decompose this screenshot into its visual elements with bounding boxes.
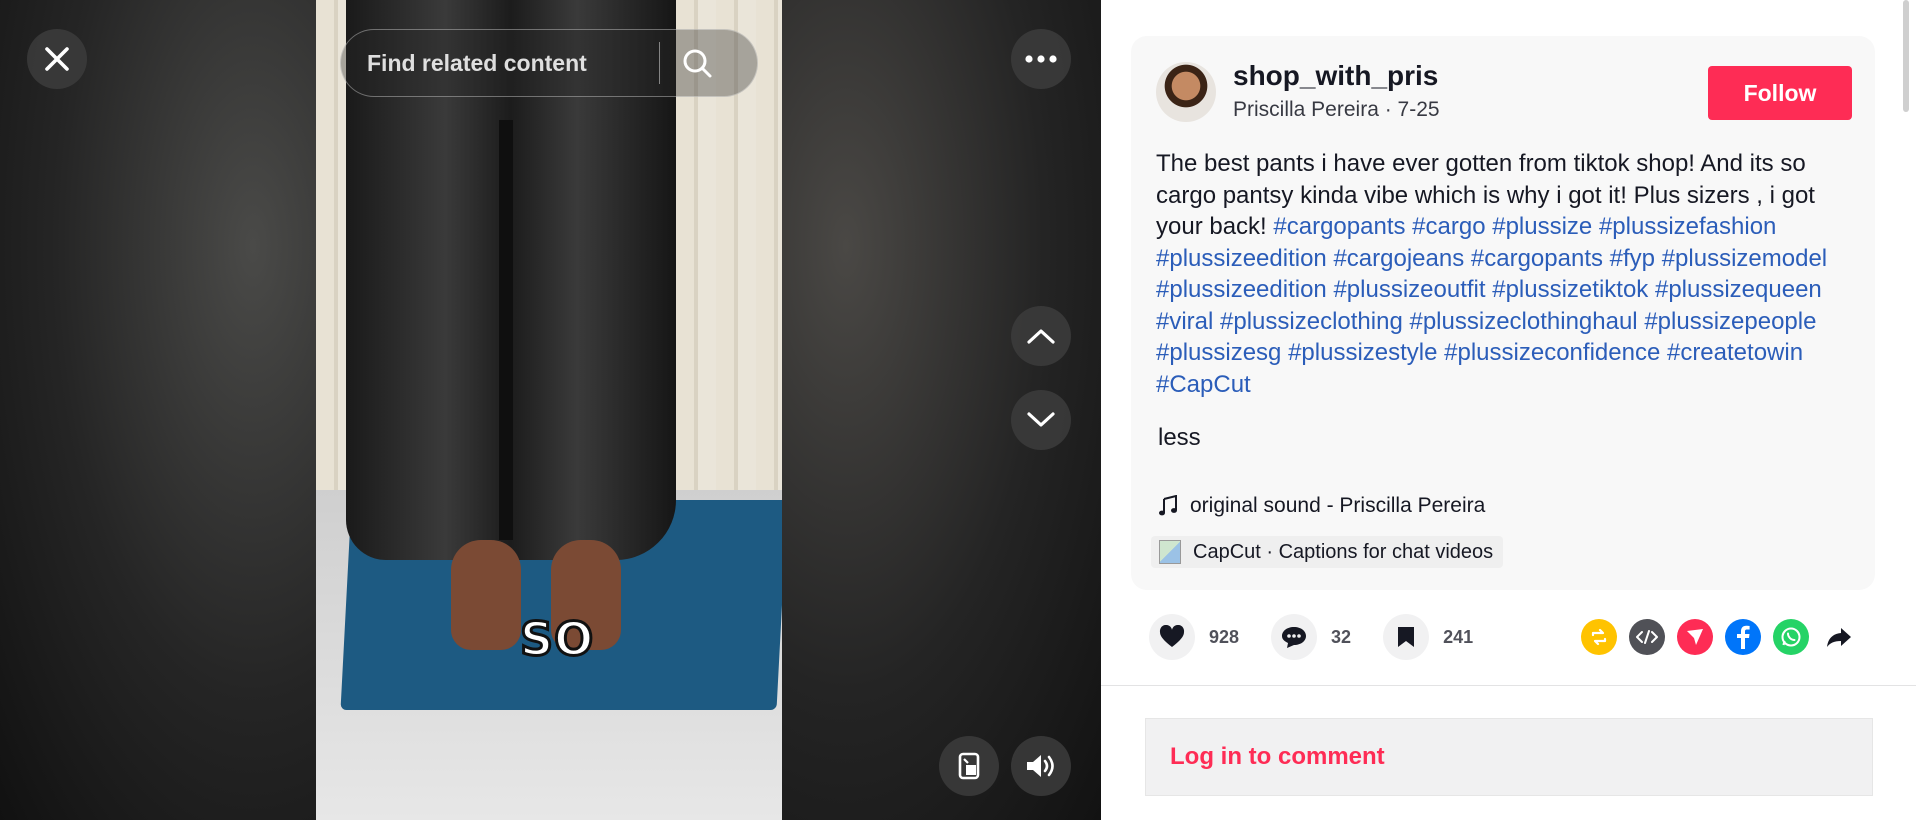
hashtag-link[interactable]: #createtowin: [1667, 339, 1803, 366]
capcut-label: CapCut · Captions for chat videos: [1193, 540, 1494, 563]
embed-icon: [1636, 630, 1658, 644]
close-icon: [45, 47, 69, 71]
whatsapp-share-button[interactable]: [1773, 619, 1809, 655]
music-note-icon: [1159, 495, 1177, 516]
hashtag-link[interactable]: #plussizeclothinghaul: [1409, 308, 1637, 335]
display-name: Priscilla Pereira: [1233, 98, 1379, 121]
floating-player-button[interactable]: [939, 736, 999, 796]
post-info-card: shop_with_pris Priscilla Pereira · 7-25 …: [1131, 36, 1875, 590]
hashtag-link[interactable]: #plussizestyle: [1288, 339, 1437, 366]
next-video-button[interactable]: [1011, 390, 1071, 450]
details-panel: shop_with_pris Priscilla Pereira · 7-25 …: [1101, 0, 1916, 820]
bookmark-icon: [1398, 627, 1415, 647]
share-bar: [1581, 619, 1869, 655]
hashtag-link[interactable]: #CapCut: [1156, 371, 1251, 398]
comment-action[interactable]: 32: [1271, 614, 1351, 660]
volume-button[interactable]: [1011, 736, 1071, 796]
video-scene-foot-left: [451, 540, 521, 650]
close-button[interactable]: [27, 29, 87, 89]
hashtag-link[interactable]: #plussize: [1492, 213, 1592, 240]
hashtag-list: #cargopants #cargo #plussize #plussizefa…: [1156, 213, 1827, 398]
comment-button[interactable]: [1271, 614, 1318, 660]
capcut-anchor[interactable]: CapCut · Captions for chat videos: [1151, 536, 1504, 568]
search-bar[interactable]: [340, 29, 758, 97]
post-date: 7-25: [1397, 98, 1440, 121]
hashtag-link[interactable]: #plussizemodel: [1662, 245, 1827, 272]
video-player[interactable]: SO: [0, 0, 1101, 820]
hashtag-link[interactable]: #plussizeclothing: [1220, 308, 1403, 335]
embed-button[interactable]: [1629, 619, 1665, 655]
send-to-friends-button[interactable]: [1677, 619, 1713, 655]
engagement-bar: 928 32 241: [1149, 614, 1505, 660]
hashtag-link[interactable]: #viral: [1156, 308, 1213, 335]
author-meta: Priscilla Pereira · 7-25: [1233, 98, 1440, 121]
whatsapp-icon: [1781, 627, 1801, 647]
username[interactable]: shop_with_pris: [1233, 60, 1438, 92]
video-blur-background-left: [0, 0, 316, 820]
bookmark-button[interactable]: [1383, 614, 1430, 660]
video-caption-overlay: SO: [518, 611, 595, 668]
repost-button[interactable]: [1581, 619, 1617, 655]
capcut-image: [1159, 540, 1181, 564]
save-count: 241: [1443, 626, 1474, 647]
hashtag-link[interactable]: #cargo: [1412, 213, 1485, 240]
send-icon: [1687, 629, 1703, 645]
hashtag-link[interactable]: #plussizepeople: [1644, 308, 1816, 335]
like-action[interactable]: 928: [1149, 614, 1239, 660]
music-link[interactable]: original sound - Priscilla Pereira: [1156, 494, 1485, 518]
comment-count: 32: [1331, 626, 1352, 647]
more-icon: [1025, 55, 1057, 63]
video-frame[interactable]: [316, 0, 782, 820]
repost-icon: [1591, 628, 1607, 646]
more-options-button[interactable]: [1011, 29, 1071, 89]
volume-icon: [1027, 755, 1054, 777]
chevron-up-icon: [1027, 329, 1055, 344]
follow-button[interactable]: Follow: [1708, 66, 1852, 120]
hashtag-link[interactable]: #cargopants: [1273, 213, 1405, 240]
hashtag-link[interactable]: #plussizetiktok: [1492, 276, 1648, 303]
like-count: 928: [1209, 626, 1240, 647]
scrollbar[interactable]: [1903, 0, 1909, 112]
hashtag-link[interactable]: #plussizeedition: [1156, 276, 1327, 303]
hashtag-link[interactable]: #cargopants: [1471, 245, 1603, 272]
music-label: original sound - Priscilla Pereira: [1190, 494, 1486, 517]
avatar[interactable]: [1156, 62, 1216, 122]
search-input[interactable]: [365, 48, 659, 78]
facebook-share-button[interactable]: [1725, 619, 1761, 655]
like-button[interactable]: [1149, 614, 1195, 660]
section-divider: [1101, 685, 1916, 686]
hashtag-link[interactable]: #plussizeoutfit: [1333, 276, 1485, 303]
post-description: The best pants i have ever gotten from t…: [1156, 148, 1856, 400]
hashtag-link[interactable]: #fyp: [1610, 245, 1655, 272]
more-share-button[interactable]: [1821, 619, 1857, 655]
chevron-down-icon: [1027, 412, 1055, 427]
floating-player-icon: [958, 752, 980, 780]
facebook-icon: [1737, 625, 1750, 649]
video-scene-legsplit: [499, 120, 513, 540]
hashtag-link[interactable]: #plussizefashion: [1599, 213, 1776, 240]
hashtag-link[interactable]: #plussizequeen: [1655, 276, 1822, 303]
less-toggle[interactable]: less: [1158, 424, 1201, 452]
search-button[interactable]: [660, 29, 734, 97]
hashtag-link[interactable]: #cargojeans: [1333, 245, 1464, 272]
hashtag-link[interactable]: #plussizeconfidence: [1444, 339, 1660, 366]
login-to-comment-button[interactable]: Log in to comment: [1145, 718, 1873, 796]
heart-icon: [1159, 625, 1185, 647]
hashtag-link[interactable]: #plussizeedition: [1156, 245, 1327, 272]
save-action[interactable]: 241: [1383, 614, 1473, 660]
search-icon: [683, 49, 712, 78]
previous-video-button[interactable]: [1011, 306, 1071, 366]
hashtag-link[interactable]: #plussizesg: [1156, 339, 1281, 366]
share-arrow-icon: [1827, 628, 1851, 647]
comment-icon: [1282, 627, 1307, 648]
